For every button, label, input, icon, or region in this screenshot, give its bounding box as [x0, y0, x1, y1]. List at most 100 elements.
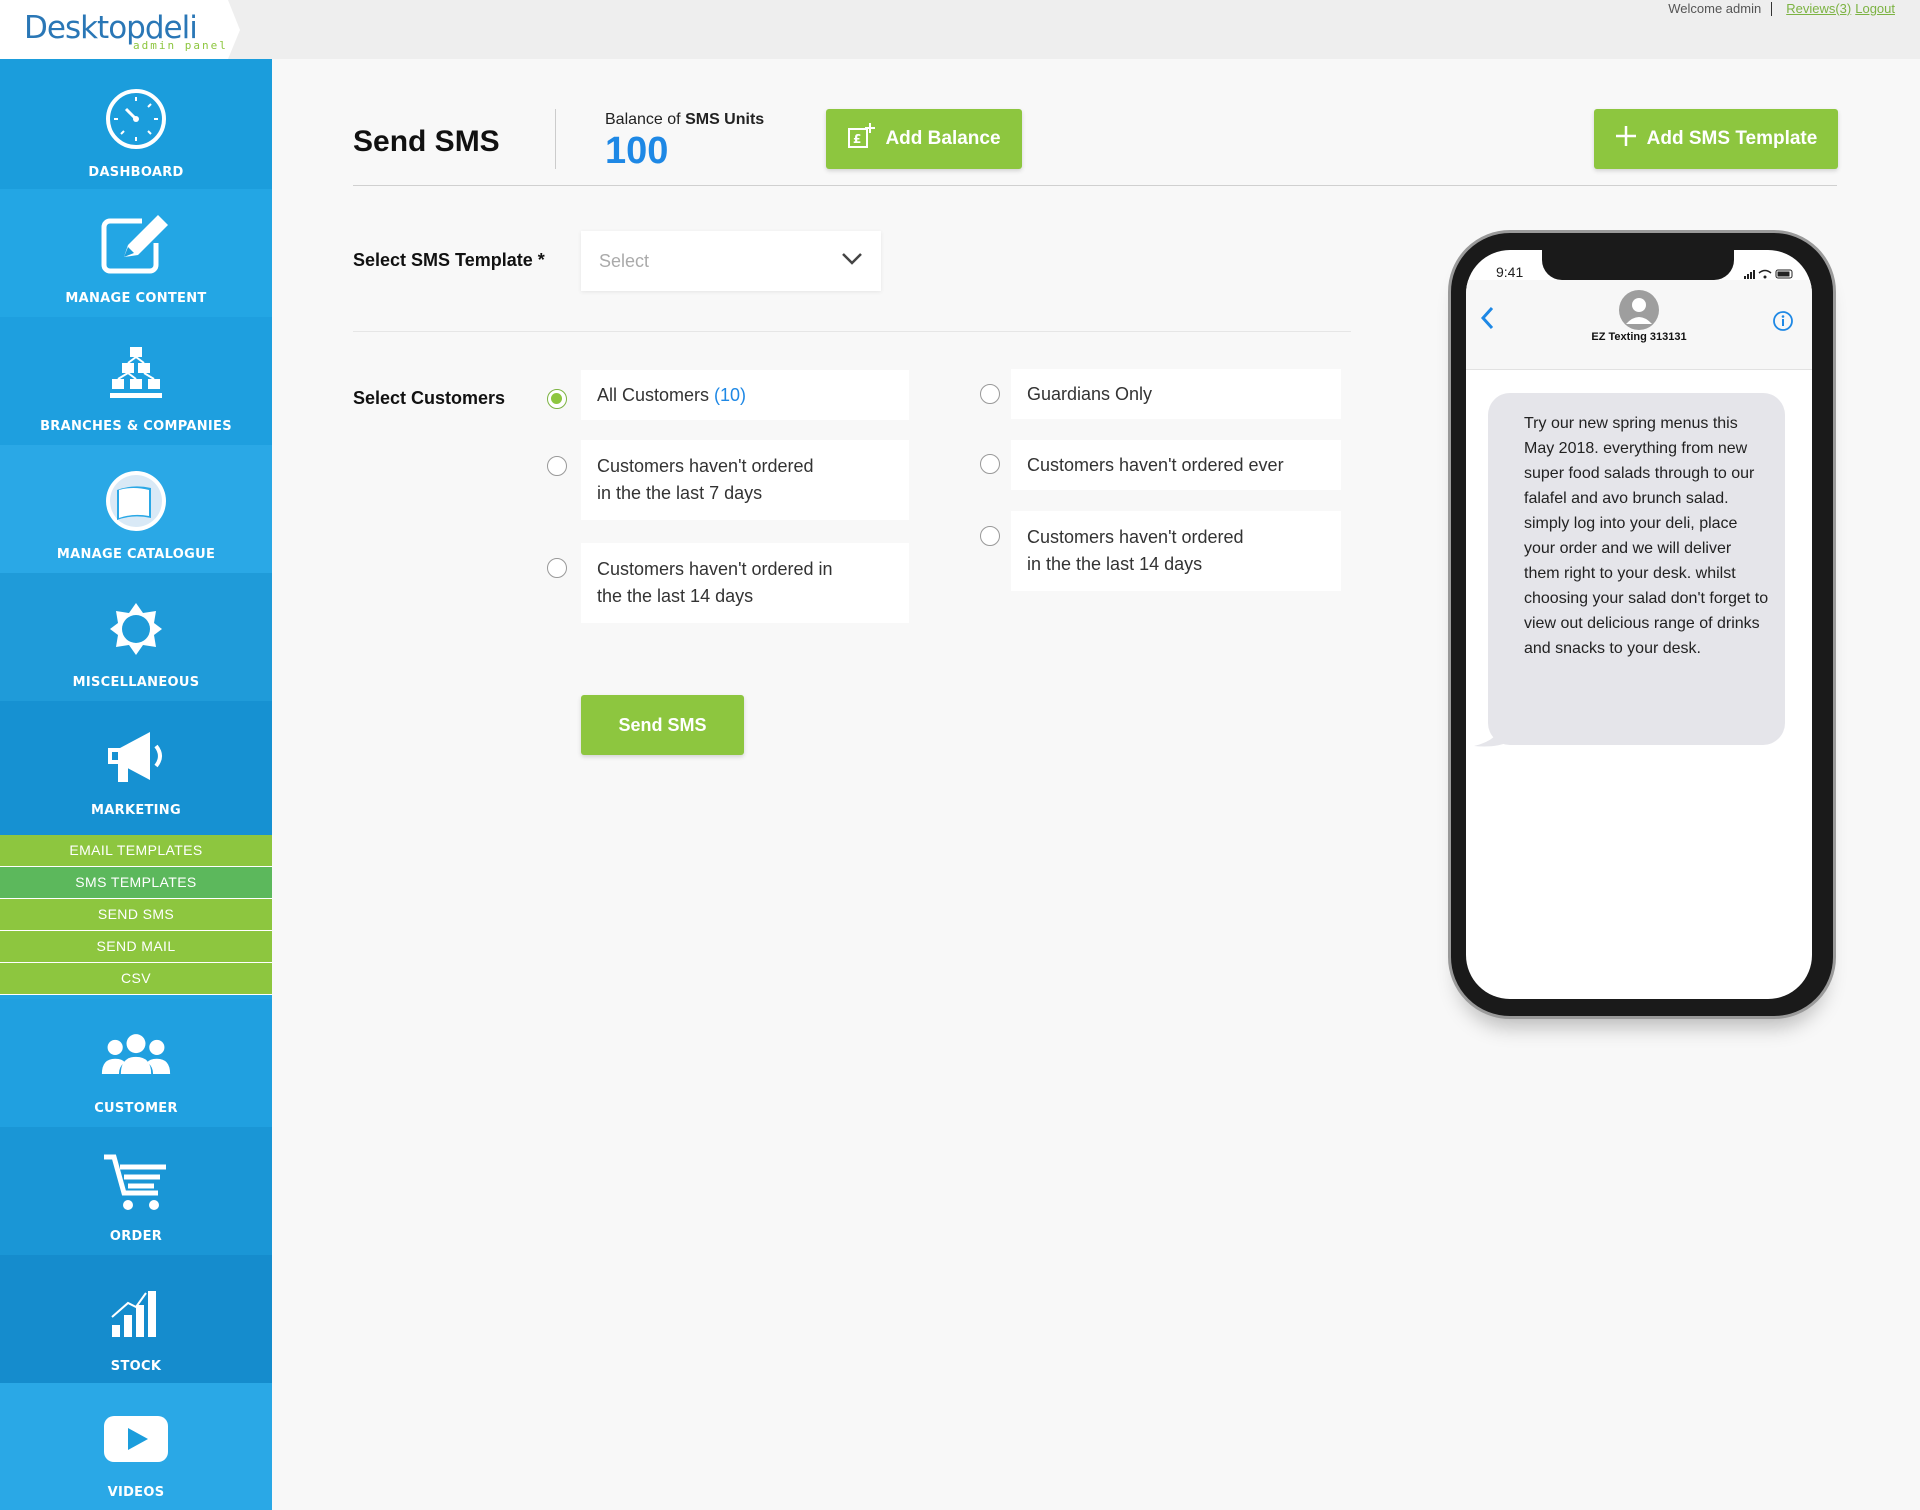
add-balance-icon: £ — [847, 123, 876, 155]
plus-icon — [1615, 125, 1637, 153]
option-label: Guardians Only — [1027, 383, 1153, 404]
sidebar-item-label: MARKETING — [91, 803, 181, 818]
phone-preview: 9:41 EZ Texting 313131 Try our new sprin… — [1448, 230, 1836, 1019]
option-never-ordered[interactable]: Customers haven't ordered ever — [1011, 440, 1341, 490]
sms-template-select[interactable]: Select — [581, 231, 881, 291]
send-sms-label: Send SMS — [618, 714, 707, 735]
sidebar-item-manage-catalogue[interactable]: MANAGE CATALOGUE — [0, 465, 272, 562]
sidebar-item-label: MANAGE CONTENT — [65, 291, 207, 306]
users-icon — [100, 1019, 172, 1091]
sidebar-item-label: ORDER — [109, 1229, 163, 1244]
chevron-down-icon — [841, 252, 863, 271]
star-badge-icon — [100, 593, 172, 665]
balance-prefix: Balance of — [605, 111, 686, 128]
sidebar-item-stock[interactable]: STOCK — [0, 1277, 272, 1374]
radio-not-ordered-14-days-left[interactable] — [547, 558, 567, 578]
top-bar: Desktopdeli admin panel Welcome admin Re… — [0, 0, 1920, 59]
submenu-send-mail[interactable]: SEND MAIL — [0, 931, 272, 963]
sidebar-item-videos[interactable]: VIDEOS — [0, 1403, 272, 1500]
catalogue-book-icon — [100, 465, 172, 537]
sidebar-item-manage-content[interactable]: MANAGE CONTENT — [0, 209, 272, 306]
option-line: the the last 14 days — [597, 586, 754, 606]
contact-name: EZ Texting 313131 — [1591, 331, 1687, 343]
add-balance-label: Add Balance — [885, 128, 1001, 149]
reviews-link[interactable]: Reviews(3) — [1786, 1, 1851, 16]
option-not-ordered-14-days-right[interactable]: Customers haven't ordered in the the last… — [1011, 511, 1341, 591]
edit-icon — [100, 209, 172, 281]
page-title: Send SMS — [353, 125, 500, 158]
header-divider — [353, 185, 1837, 186]
radio-never-ordered[interactable] — [980, 454, 1000, 474]
option-label: All Customers — [597, 384, 710, 405]
bar-chart-icon — [100, 1277, 172, 1349]
send-sms-button[interactable]: Send SMS — [581, 695, 744, 755]
option-not-ordered-7-days[interactable]: Customers haven't ordered in the the last… — [581, 440, 909, 520]
submenu-sms-templates[interactable]: SMS TEMPLATES — [0, 867, 272, 899]
radio-guardians-only[interactable] — [980, 384, 1000, 404]
status-icons — [1744, 267, 1794, 285]
sidebar: DASHBOARD MANAGE CONTENT BRANCHES & COMP… — [0, 59, 272, 1510]
template-label: Select SMS Template * — [353, 250, 545, 270]
option-not-ordered-14-days-left[interactable]: Customers haven't ordered in the the last… — [581, 543, 909, 623]
main-content: Send SMS Balance of SMS Units 100 £ Add … — [272, 59, 1920, 1510]
option-line: Customers haven't ordered — [597, 456, 814, 476]
phone-notch — [1542, 250, 1734, 280]
sidebar-item-label: BRANCHES & COMPANIES — [40, 419, 232, 434]
radio-all-customers[interactable] — [547, 389, 567, 409]
radio-not-ordered-14-days-right[interactable] — [980, 526, 1000, 546]
sidebar-item-label: STOCK — [110, 1359, 162, 1374]
sidebar-item-label: VIDEOS — [107, 1485, 165, 1500]
section-divider — [353, 331, 1351, 332]
option-label: Customers haven't ordered in the the last… — [597, 556, 833, 610]
megaphone-icon — [100, 721, 172, 793]
add-sms-template-label: Add SMS Template — [1646, 128, 1818, 149]
play-icon — [100, 1403, 172, 1475]
sidebar-item-miscellaneous[interactable]: MISCELLANEOUS — [0, 593, 272, 690]
welcome-text: Welcome admin — [1668, 1, 1762, 16]
submenu-email-templates[interactable]: EMAIL TEMPLATES — [0, 835, 272, 867]
hierarchy-icon — [100, 337, 172, 409]
contact-avatar — [1619, 290, 1659, 335]
balance-label: Balance of SMS Units — [605, 111, 764, 129]
svg-text:£: £ — [853, 132, 861, 146]
logo[interactable]: Desktopdeli admin panel — [0, 0, 240, 59]
select-placeholder: Select — [599, 250, 650, 271]
customers-label: Select Customers — [353, 388, 506, 408]
sidebar-item-branches[interactable]: BRANCHES & COMPANIES — [0, 337, 272, 434]
add-sms-template-button[interactable]: Add SMS Template — [1594, 109, 1838, 169]
phone-screen: 9:41 EZ Texting 313131 Try our new sprin… — [1466, 250, 1812, 999]
balance-value: 100 — [605, 130, 669, 172]
logo-subtitle: admin panel — [133, 39, 228, 52]
option-guardians-only[interactable]: Guardians Only — [1011, 369, 1341, 419]
sidebar-item-customer[interactable]: CUSTOMER — [0, 1019, 272, 1116]
sidebar-item-label: MANAGE CATALOGUE — [56, 547, 216, 562]
option-label: Customers haven't ordered in the the last… — [1027, 524, 1244, 578]
submenu-csv[interactable]: CSV — [0, 963, 272, 995]
sidebar-item-order[interactable]: ORDER — [0, 1147, 272, 1244]
sidebar-item-label: CUSTOMER — [94, 1101, 178, 1116]
sidebar-item-label: MISCELLANEOUS — [72, 675, 200, 690]
message-bubble: Try our new spring menus this May 2018. … — [1488, 393, 1785, 745]
logout-link[interactable]: Logout — [1855, 1, 1895, 16]
option-line: Customers haven't ordered — [1027, 527, 1244, 547]
title-divider — [555, 109, 556, 169]
dashboard-clock-icon — [100, 83, 172, 155]
cart-icon — [100, 1147, 172, 1219]
sidebar-item-dashboard[interactable]: DASHBOARD — [0, 83, 272, 180]
option-label: Customers haven't ordered in the the last… — [597, 453, 814, 507]
radio-not-ordered-7-days[interactable] — [547, 456, 567, 476]
sidebar-item-marketing[interactable]: MARKETING — [0, 721, 272, 818]
sidebar-item-label: DASHBOARD — [88, 165, 184, 180]
option-line: Customers haven't ordered in — [597, 559, 833, 579]
option-all-customers[interactable]: All Customers (10) — [581, 370, 909, 420]
add-balance-button[interactable]: £ Add Balance — [826, 109, 1022, 169]
submenu-send-sms[interactable]: SEND SMS — [0, 899, 272, 931]
info-icon[interactable] — [1772, 310, 1794, 337]
user-menu: Welcome admin Reviews(3) Logout — [1668, 1, 1895, 16]
status-time: 9:41 — [1496, 264, 1524, 280]
option-line: in the the last 14 days — [1027, 554, 1203, 574]
divider — [1771, 1, 1773, 16]
option-line: in the the last 7 days — [597, 483, 763, 503]
option-label: Customers haven't ordered ever — [1027, 454, 1284, 475]
customer-count: (10) — [714, 384, 747, 405]
